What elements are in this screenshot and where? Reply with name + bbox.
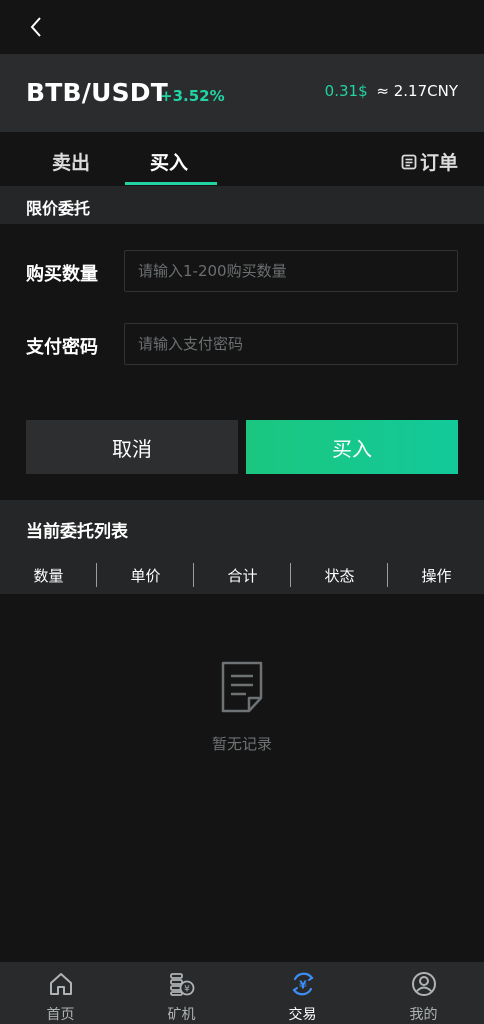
payment-password-input[interactable] [124,323,458,365]
limit-order-header: 限价委托 [0,186,484,224]
active-tab-indicator [125,182,217,185]
current-orders-section: 当前委托列表 数量 单价 合计 状态 操作 [0,500,484,594]
nav-trade[interactable]: ¥ 交易 [242,962,363,1024]
chevron-left-icon [30,17,41,37]
nav-label-profile: 我的 [409,1007,438,1023]
cancel-button[interactable]: 取消 [26,420,238,474]
svg-text:¥: ¥ [184,985,190,995]
tab-sell[interactable]: 卖出 [52,148,90,175]
coins-icon: ¥ [170,973,195,996]
price-info: 0.31$ ≈ 2.17CNY [325,82,458,100]
column-header-quantity: 数量 [33,567,64,585]
table-header: 数量 单价 合计 状态 操作 [0,562,484,588]
column-header-status: 状态 [324,567,355,585]
back-button[interactable] [24,14,48,40]
trade-tabs: 卖出 买入 订单 [0,132,484,186]
nav-profile[interactable]: 我的 [363,962,484,1024]
document-icon [401,154,417,169]
column-header-total: 合计 [227,567,258,585]
quantity-input[interactable] [124,250,458,292]
empty-state: 暂无记录 [0,660,484,760]
top-bar [0,0,484,54]
nav-label-trade: 交易 [288,1007,317,1023]
quantity-label: 购买数量 [26,264,98,285]
nav-label-home: 首页 [46,1007,75,1023]
tab-buy[interactable]: 买入 [150,148,188,175]
current-orders-title: 当前委托列表 [26,522,128,542]
bottom-nav: 首页 ¥ 矿机 ¥ 交易 我的 [0,962,484,1024]
price-change: +3.52% [160,87,225,105]
password-label: 支付密码 [26,337,98,358]
empty-text: 暂无记录 [211,735,272,753]
limit-order-title: 限价委托 [26,199,91,218]
column-header-price: 单价 [130,567,161,585]
orders-label: 订单 [419,152,458,174]
trading-pair: BTB/USDT [26,78,169,107]
orders-link[interactable]: 订单 [401,148,458,175]
ticker-bar: BTB/USDT +3.52% 0.31$ ≈ 2.17CNY [0,54,484,132]
svg-text:¥: ¥ [299,979,307,992]
nav-miner[interactable]: ¥ 矿机 [121,962,242,1024]
user-icon [412,972,436,996]
empty-document-icon [221,661,263,713]
buy-button[interactable]: 买入 [246,420,458,474]
column-header-action: 操作 [421,567,452,585]
price-cny: ≈ 2.17CNY [376,82,458,100]
nav-home[interactable]: 首页 [0,962,121,1024]
nav-label-miner: 矿机 [167,1007,196,1023]
price-usd: 0.31$ [324,82,368,100]
exchange-icon: ¥ [292,972,314,996]
home-icon [50,973,72,995]
